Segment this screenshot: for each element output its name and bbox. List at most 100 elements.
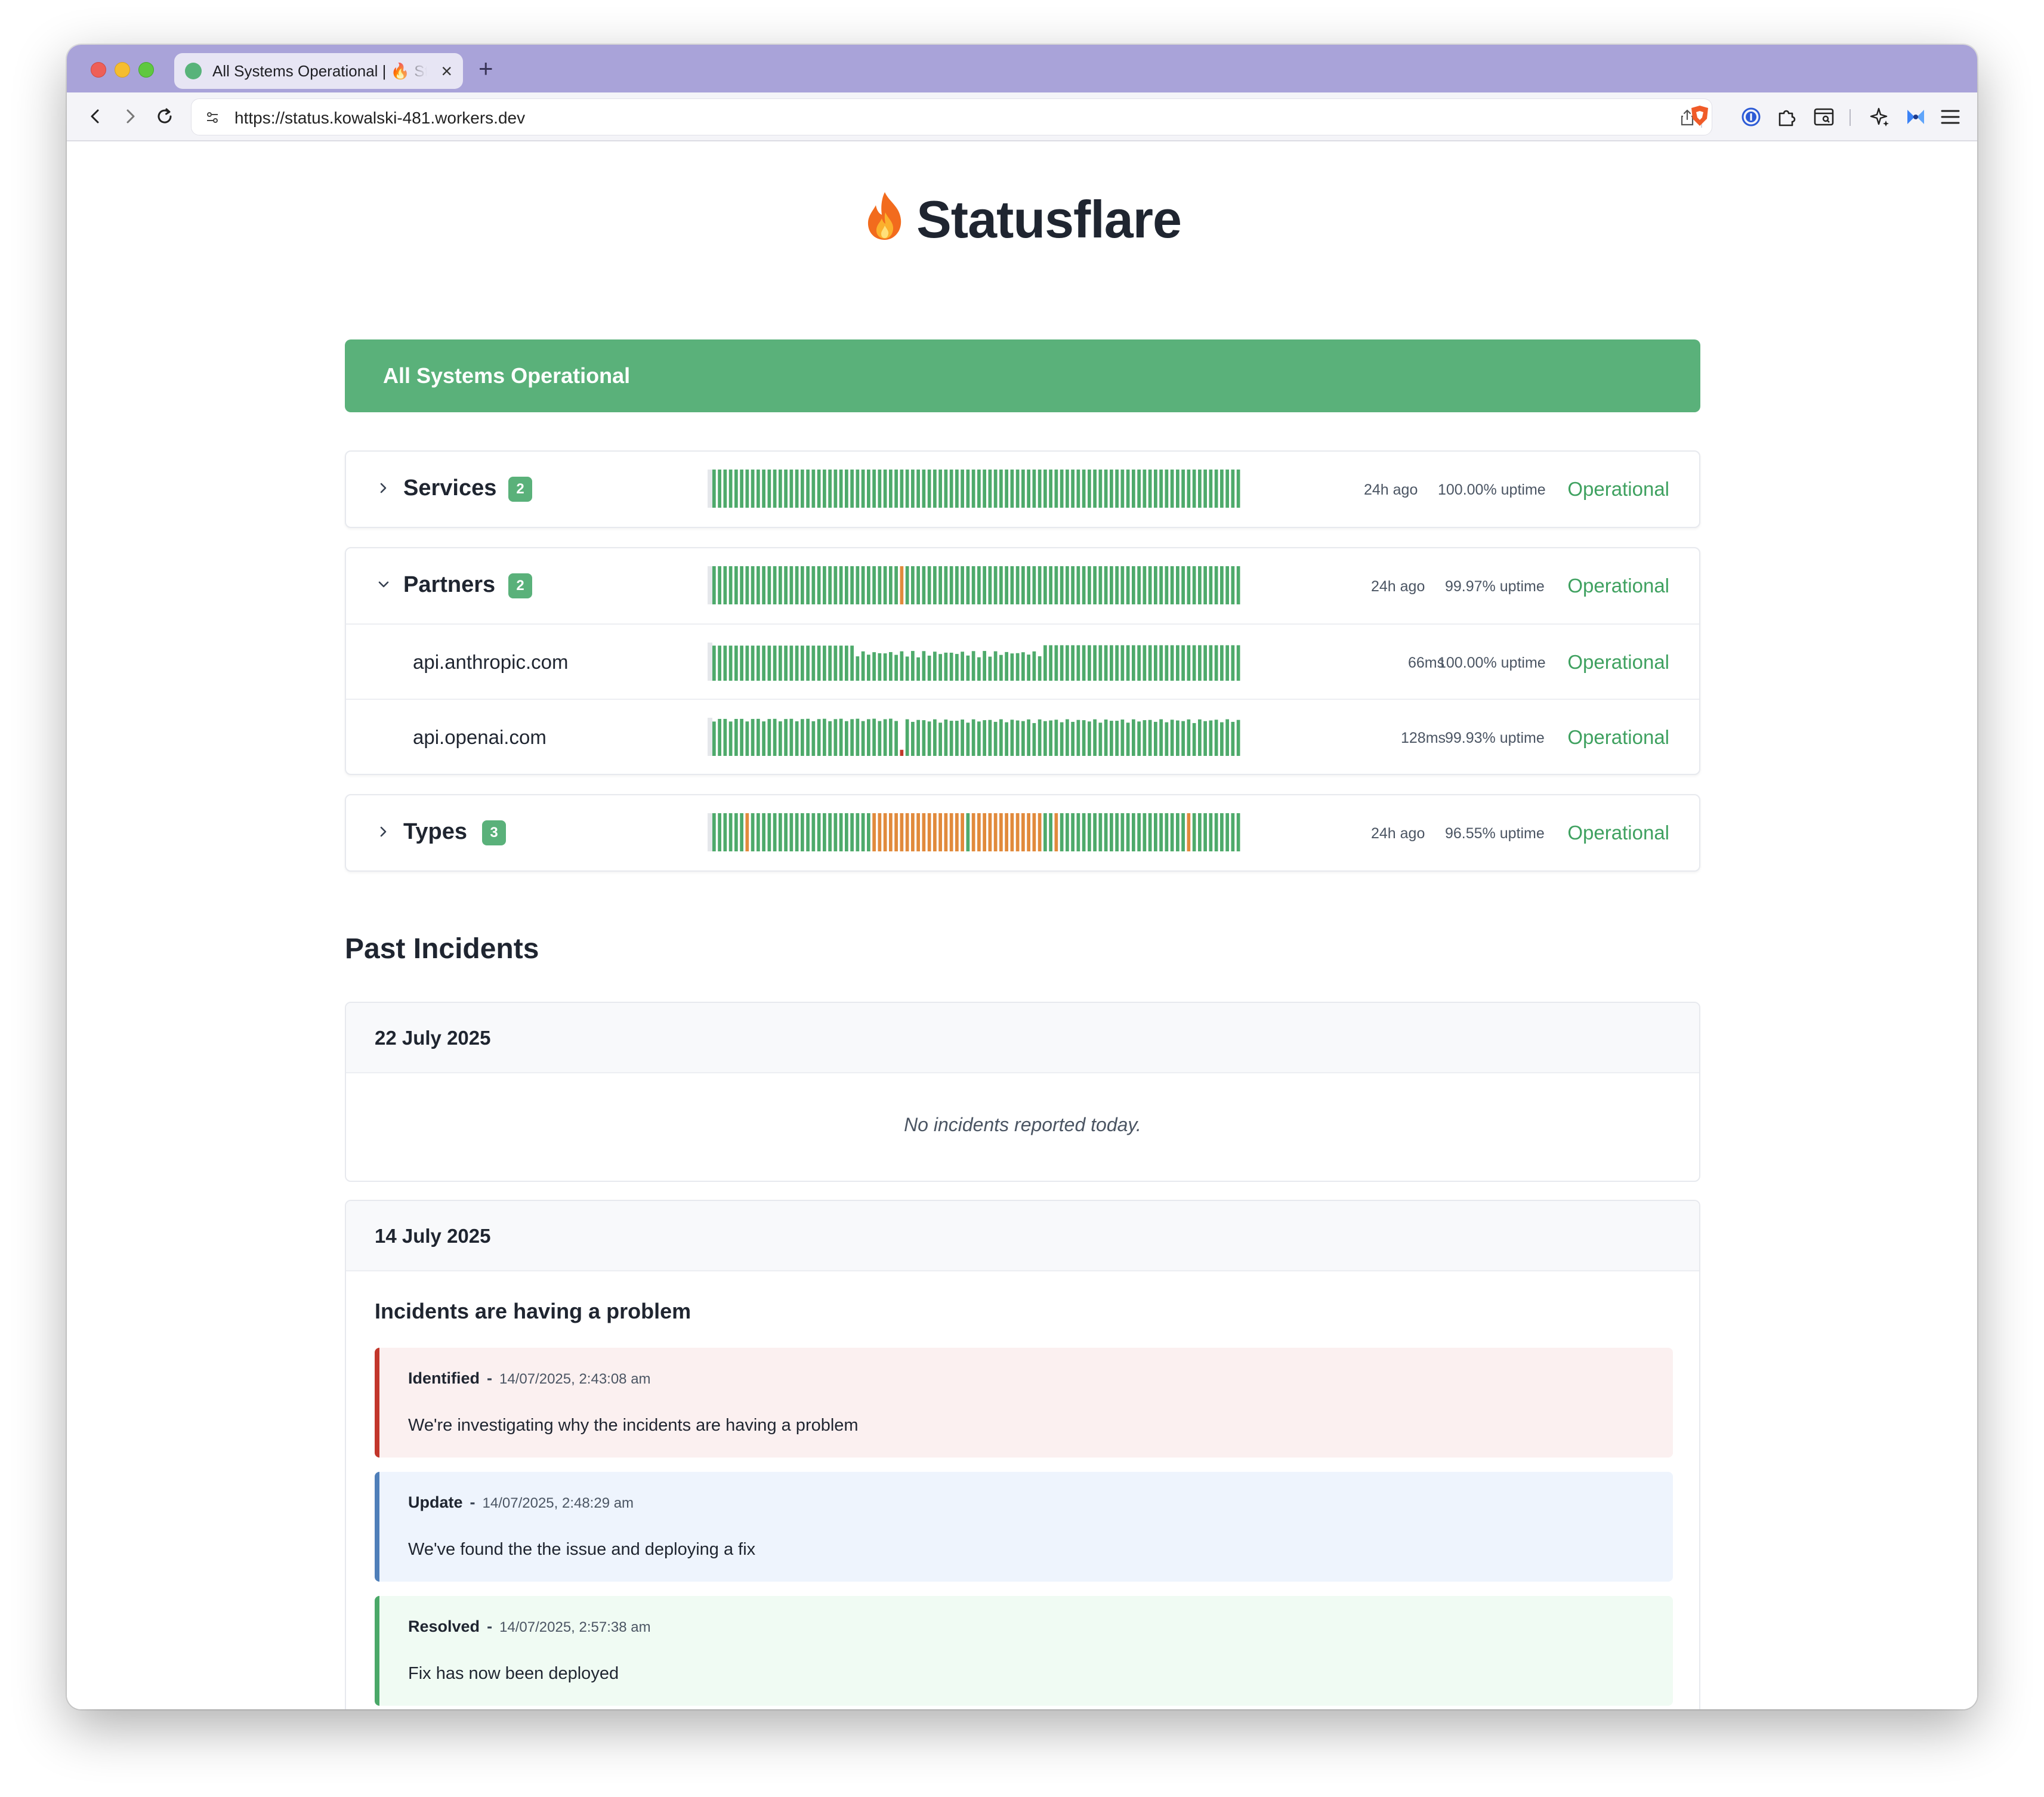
uptime-bar[interactable] [1115,566,1119,604]
uptime-bar[interactable] [734,470,738,508]
uptime-bar[interactable] [988,470,992,508]
uptime-bar[interactable] [1120,645,1125,681]
uptime-bar[interactable] [795,813,799,851]
uptime-bar[interactable] [1198,566,1202,604]
uptime-bar[interactable] [767,470,771,508]
uptime-bar[interactable] [900,813,904,851]
uptime-bar[interactable] [757,718,760,756]
uptime-bar[interactable] [878,566,882,604]
uptime-bar[interactable] [811,646,816,681]
uptime-bar[interactable] [993,651,998,681]
uptime-bar[interactable] [1220,566,1224,604]
uptime-bar[interactable] [872,470,876,508]
uptime-bar[interactable] [1049,645,1052,681]
uptime-bar[interactable] [983,566,986,604]
uptime-bar[interactable] [1220,470,1224,508]
uptime-bar[interactable] [905,566,909,604]
uptime-bar[interactable] [961,813,964,851]
uptime-bar[interactable] [1093,470,1097,508]
uptime-bar[interactable] [1187,719,1191,756]
uptime-bar[interactable] [712,566,716,604]
uptime-bar[interactable] [817,470,821,508]
uptime-bar[interactable] [833,813,838,851]
uptime-bar[interactable] [861,566,865,604]
uptime-bar[interactable] [1236,720,1240,756]
uptime-bar[interactable] [712,813,716,851]
uptime-bar[interactable] [789,566,793,604]
uptime-bar[interactable] [767,813,771,851]
uptime-bar[interactable] [823,470,826,508]
uptime-bar[interactable] [828,646,832,681]
uptime-bar[interactable] [983,720,986,756]
uptime-bar[interactable] [1098,645,1103,681]
uptime-bar[interactable] [1104,720,1108,756]
menu-hamburger-icon[interactable] [1939,106,1962,128]
uptime-bar[interactable] [933,566,937,604]
uptime-bar[interactable] [1027,470,1030,508]
uptime-bar[interactable] [1010,813,1014,851]
uptime-bar[interactable] [1043,721,1047,756]
uptime-bar[interactable] [1209,566,1213,604]
uptime-bar[interactable] [1203,645,1207,681]
uptime-bar[interactable] [1154,721,1157,756]
uptime-bar[interactable] [757,566,760,604]
uptime-bar[interactable] [889,566,893,604]
uptime-bar[interactable] [823,646,826,681]
uptime-bar[interactable] [1143,470,1147,508]
uptime-bar[interactable] [1066,719,1069,756]
uptime-bar[interactable] [1181,645,1185,681]
uptime-bar[interactable] [1088,721,1091,756]
uptime-bar[interactable] [1032,651,1036,681]
uptime-bar[interactable] [811,721,816,756]
uptime-bar[interactable] [922,566,926,604]
uptime-bar[interactable] [894,654,898,681]
uptime-bar[interactable] [1181,721,1185,756]
monitor-row-openai[interactable]: api.openai.com 128ms 99.93% uptime Opera… [346,699,1699,774]
uptime-bar[interactable] [773,718,777,756]
uptime-bar[interactable] [751,470,755,508]
site-settings-icon[interactable] [202,107,223,128]
uptime-bar[interactable] [762,721,765,756]
uptime-bar[interactable] [905,813,909,851]
uptime-bar[interactable] [1015,813,1020,851]
uptime-bar[interactable] [839,813,843,851]
uptime-bar[interactable] [1115,645,1119,681]
uptime-bar[interactable] [767,719,771,756]
uptime-bar[interactable] [977,566,981,604]
uptime-bar[interactable] [1176,813,1180,851]
uptime-bar[interactable] [801,470,804,508]
uptime-bar[interactable] [723,813,727,851]
uptime-bar[interactable] [983,470,986,508]
uptime-bar[interactable] [1104,645,1108,681]
uptime-bar[interactable] [1187,813,1191,851]
uptime-bar[interactable] [1071,645,1075,681]
uptime-bar[interactable] [944,813,948,851]
uptime-bar[interactable] [1054,720,1058,756]
uptime-bar[interactable] [927,470,931,508]
group-row-services[interactable]: Services 2 24h ago 100.00% uptime Operat… [346,452,1699,527]
uptime-bar[interactable] [856,566,860,604]
uptime-bar[interactable] [1236,566,1240,604]
uptime-bar[interactable] [1154,813,1157,851]
uptime-bar[interactable] [999,470,1003,508]
uptime-bar[interactable] [1159,719,1163,756]
uptime-bar[interactable] [966,470,970,508]
uptime-bar[interactable] [1032,566,1036,604]
uptime-bar[interactable] [845,470,848,508]
uptime-bar[interactable] [1005,566,1008,604]
uptime-bar[interactable] [983,813,986,851]
uptime-bar[interactable] [779,646,782,681]
uptime-bar[interactable] [850,566,854,604]
uptime-bar[interactable] [1214,470,1218,508]
uptime-bar[interactable] [966,566,970,604]
uptime-bar[interactable] [1060,470,1064,508]
chevron-down-icon[interactable] [377,576,390,594]
uptime-bar[interactable] [1110,813,1113,851]
uptime-bar[interactable] [1176,470,1180,508]
uptime-bar[interactable] [1231,721,1235,756]
uptime-bar[interactable] [999,719,1003,756]
uptime-bar[interactable] [905,656,909,681]
uptime-bar[interactable] [955,654,959,681]
uptime-bar[interactable] [740,813,743,851]
uptime-bar[interactable] [1203,566,1207,604]
